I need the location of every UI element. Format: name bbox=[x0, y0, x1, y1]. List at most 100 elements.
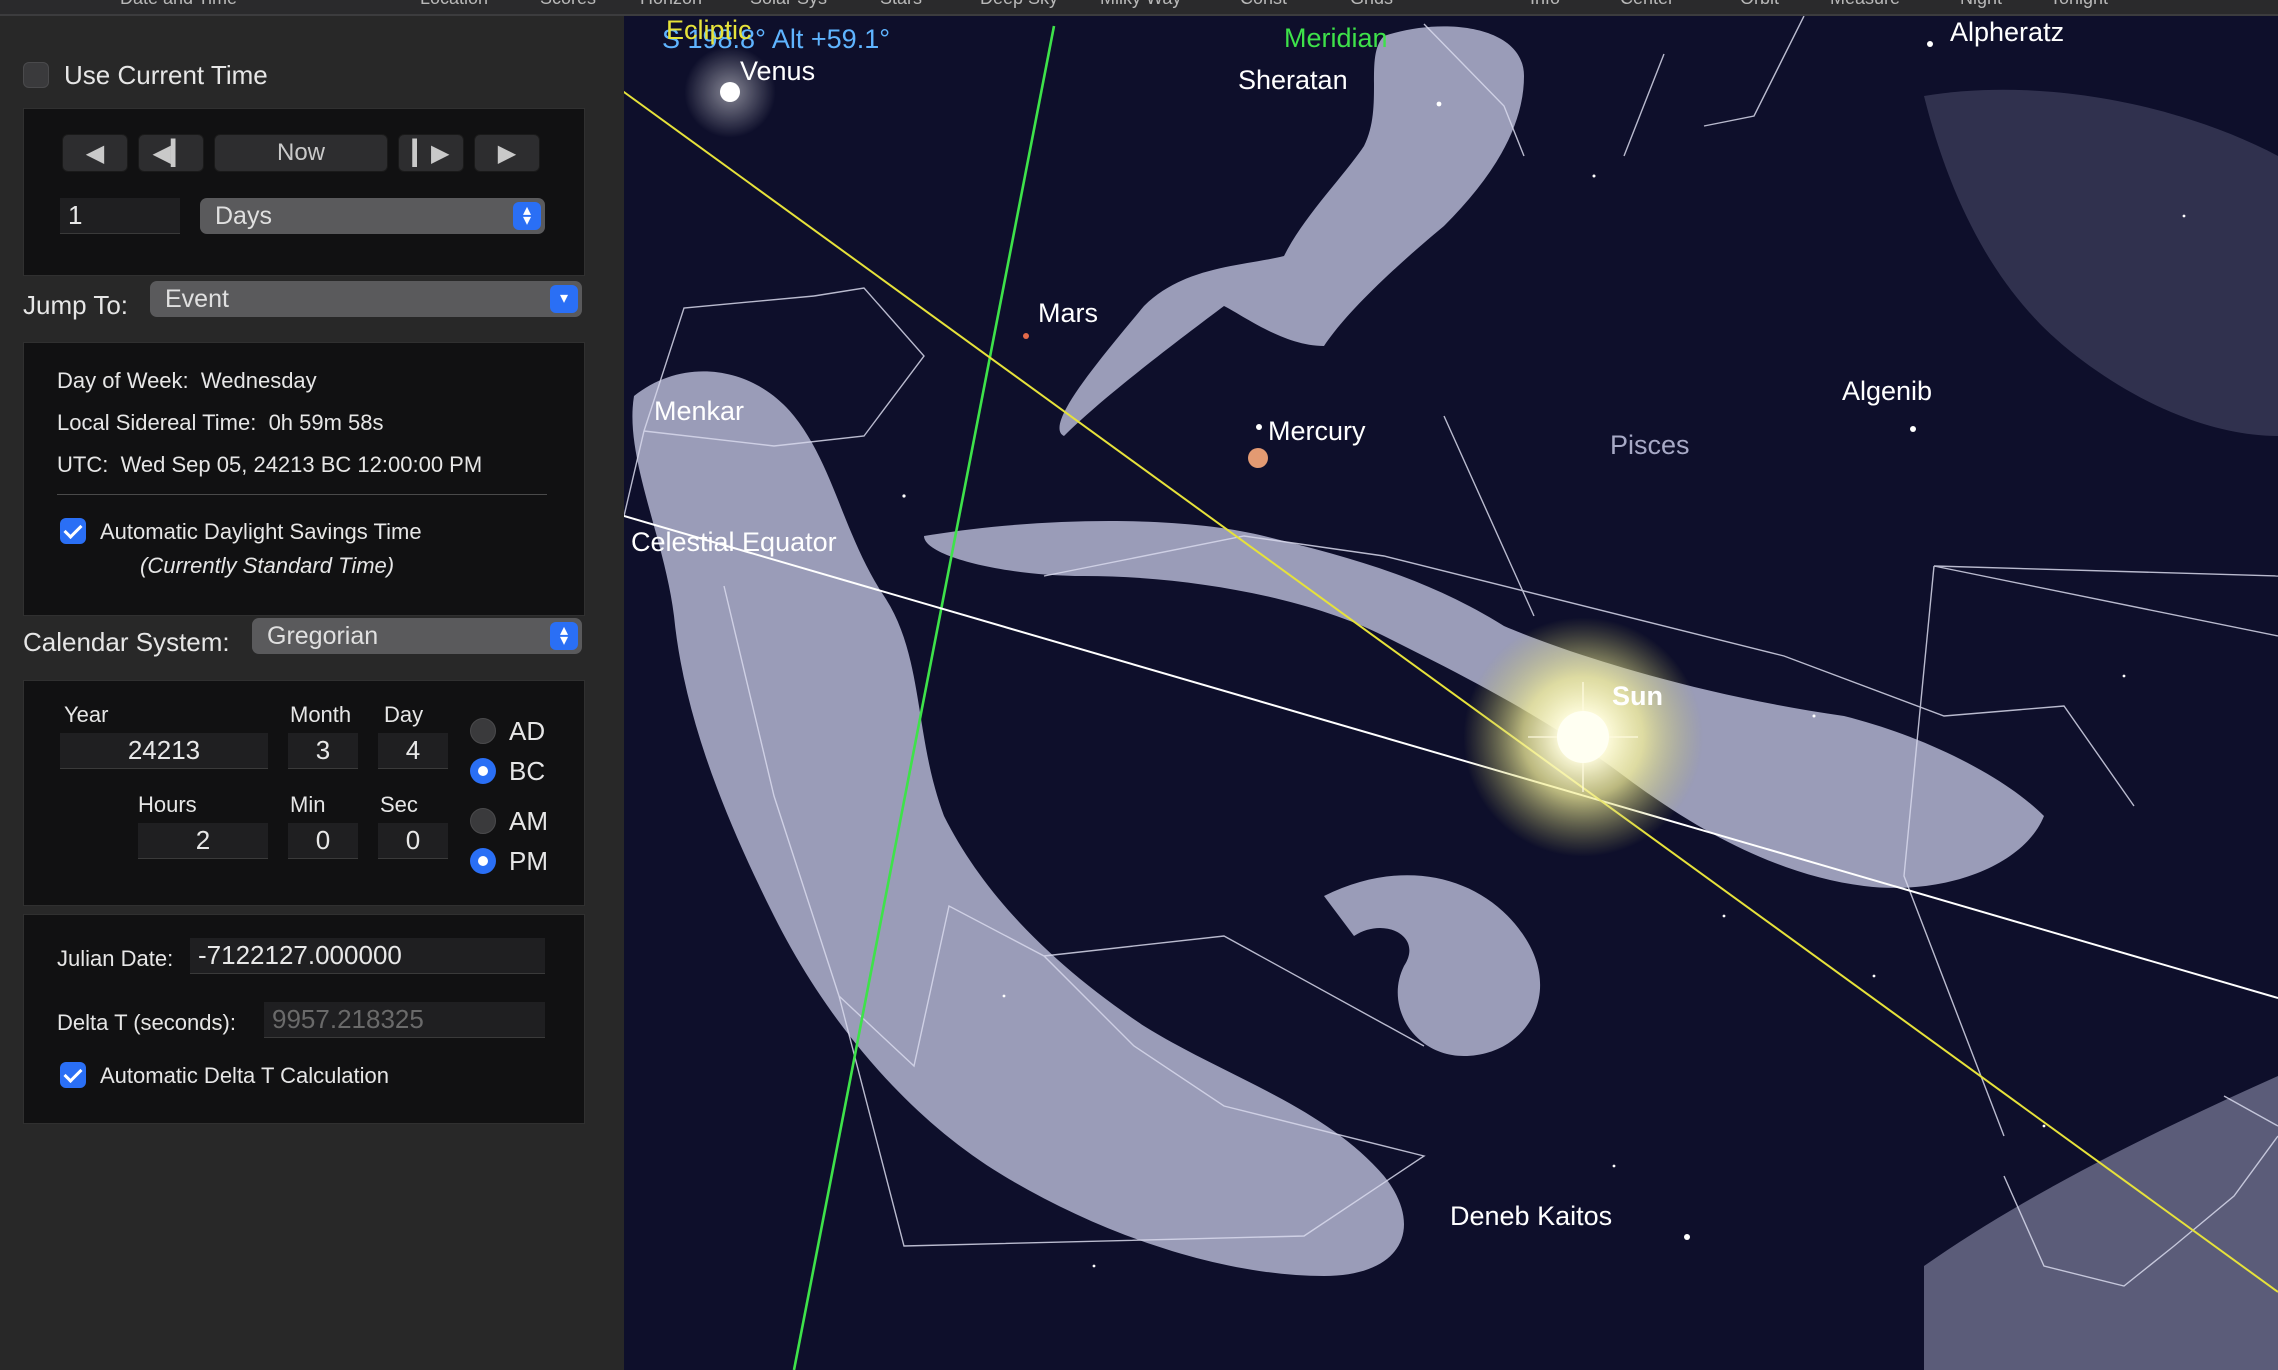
ad-radio[interactable] bbox=[470, 718, 496, 744]
toolbar-item-stars[interactable]: Stars bbox=[880, 0, 922, 9]
mercury-label: Mercury bbox=[1268, 416, 1366, 446]
sidereal-time-row: Local Sidereal Time: 0h 59m 58s bbox=[57, 410, 384, 436]
mars-marker[interactable] bbox=[1023, 333, 1029, 339]
toolbar-item-grids[interactable]: Grids bbox=[1350, 0, 1393, 9]
toolbar-item-night[interactable]: Night bbox=[1960, 0, 2002, 9]
utc-label: UTC: bbox=[57, 452, 109, 477]
toolbar-item-center[interactable]: Center bbox=[1620, 0, 1674, 9]
menkar-label: Menkar bbox=[654, 396, 745, 426]
deneb-kaitos-label: Deneb Kaitos bbox=[1450, 1201, 1613, 1231]
toolbar-item-orbit[interactable]: Orbit bbox=[1740, 0, 1779, 9]
day-of-week-label: Day of Week: bbox=[57, 368, 189, 393]
toolbar-item-measure[interactable]: Measure bbox=[1830, 0, 1900, 9]
chevron-updown-icon: ▴ ▾ bbox=[513, 202, 541, 230]
pm-label: PM bbox=[509, 846, 548, 876]
min-label: Min bbox=[290, 792, 326, 817]
chevron-down-icon: ▾ bbox=[550, 285, 578, 313]
utc-row: UTC: Wed Sep 05, 24213 BC 12:00:00 PM bbox=[57, 452, 482, 478]
year-field[interactable]: 24213 bbox=[60, 733, 268, 769]
star-algenib bbox=[1910, 426, 1916, 432]
pm-radio[interactable] bbox=[470, 848, 496, 874]
toolbar-item-scores[interactable]: Scores bbox=[540, 0, 596, 9]
jump-to-label: Jump To: bbox=[23, 290, 129, 320]
toolbar-item-horizon[interactable]: Horizon bbox=[640, 0, 702, 9]
forward-button[interactable]: ▶ bbox=[474, 134, 540, 172]
pisces-label: Pisces bbox=[1610, 430, 1690, 460]
alpheratz-label: Alpheratz bbox=[1950, 17, 2065, 47]
bc-radio[interactable] bbox=[470, 758, 496, 784]
step-back-button[interactable]: ◀▎ bbox=[138, 134, 204, 172]
month-field[interactable]: 3 bbox=[288, 733, 358, 769]
julian-date-label: Julian Date: bbox=[57, 946, 174, 971]
sidereal-time-value: 0h 59m 58s bbox=[268, 410, 384, 435]
utc-value: Wed Sep 05, 24213 BC 12:00:00 PM bbox=[120, 452, 483, 477]
auto-dst-label: Automatic Daylight Savings Time bbox=[100, 519, 422, 544]
sec-label: Sec bbox=[380, 792, 418, 817]
calendar-system-popup[interactable]: Gregorian ▴ ▾ bbox=[252, 618, 582, 654]
calendar-system-label: Calendar System: bbox=[23, 627, 230, 657]
month-label: Month bbox=[290, 702, 352, 727]
day-label: Day bbox=[384, 702, 424, 727]
use-current-time-checkbox[interactable] bbox=[23, 62, 49, 88]
venus-marker[interactable] bbox=[720, 82, 740, 102]
chevron-updown-icon: ▴ ▾ bbox=[550, 622, 578, 650]
sky-canvas[interactable] bbox=[624, 16, 2278, 1370]
toolbar: Date and Time Location Scores Horizon Solar … bbox=[0, 0, 2278, 16]
star-sheratan bbox=[1436, 101, 1442, 107]
jump-to-popup[interactable]: Event ▾ bbox=[150, 281, 582, 317]
toolbar-item-milky-way[interactable]: Milky Way bbox=[1100, 0, 1181, 9]
ad-label: AD bbox=[509, 716, 546, 746]
date-time-sidebar: Use Current Time ◀ ◀▎ Now ▎▶ ▶ 1 Days ▴ ▾… bbox=[0, 16, 624, 1370]
day-of-week-row: Day of Week: Wednesday bbox=[57, 368, 317, 394]
hours-label: Hours bbox=[138, 792, 197, 817]
jump-to-value: Event bbox=[165, 284, 229, 313]
hours-field[interactable]: 2 bbox=[138, 823, 268, 859]
sky-view[interactable]: S 198.8° Alt +59.1° Ecliptic Venus Merid… bbox=[624, 15, 2278, 1370]
star-alpheratz bbox=[1927, 41, 1933, 47]
info-separator bbox=[57, 494, 547, 495]
am-label: AM bbox=[509, 806, 548, 836]
mercury-marker[interactable] bbox=[1248, 448, 1268, 468]
mars-label: Mars bbox=[1038, 298, 1098, 328]
toolbar-item-tonight[interactable]: Tonight bbox=[2050, 0, 2108, 9]
sidereal-time-label: Local Sidereal Time: bbox=[57, 410, 257, 435]
auto-dst-checkbox[interactable] bbox=[60, 518, 86, 544]
step-amount-field[interactable]: 1 bbox=[60, 198, 180, 234]
sec-field[interactable]: 0 bbox=[378, 823, 448, 859]
star-menkar bbox=[1256, 424, 1262, 430]
day-field[interactable]: 4 bbox=[378, 733, 448, 769]
year-label: Year bbox=[64, 702, 109, 727]
star-deneb-kaitos bbox=[1684, 1234, 1690, 1240]
am-radio[interactable] bbox=[470, 808, 496, 834]
delta-t-label: Delta T (seconds): bbox=[57, 1010, 236, 1035]
toolbar-item-const[interactable]: Const bbox=[1240, 0, 1287, 9]
toolbar-item-location[interactable]: Location bbox=[420, 0, 488, 9]
toolbar-item-deep-sky[interactable]: Deep Sky bbox=[980, 0, 1058, 9]
delta-t-field: 9957.218325 bbox=[264, 1002, 545, 1038]
julian-date-field[interactable]: -7122127.000000 bbox=[190, 938, 545, 974]
auto-delta-t-checkbox[interactable] bbox=[60, 1062, 86, 1088]
use-current-time-label: Use Current Time bbox=[64, 60, 268, 90]
bc-label: BC bbox=[509, 756, 546, 786]
sheratan-label: Sheratan bbox=[1238, 65, 1348, 95]
celestial-equator-label: Celestial Equator bbox=[631, 527, 837, 557]
dst-status: (Currently Standard Time) bbox=[140, 553, 395, 578]
step-unit-popup[interactable]: Days ▴ ▾ bbox=[200, 198, 545, 234]
calendar-system-value: Gregorian bbox=[267, 621, 379, 650]
sun-marker[interactable] bbox=[1557, 711, 1609, 763]
auto-delta-t-label: Automatic Delta T Calculation bbox=[100, 1063, 389, 1088]
algenib-label: Algenib bbox=[1842, 376, 1933, 406]
back-button[interactable]: ◀ bbox=[62, 134, 128, 172]
day-of-week-value: Wednesday bbox=[200, 368, 317, 393]
step-forward-button[interactable]: ▎▶ bbox=[398, 134, 464, 172]
min-field[interactable]: 0 bbox=[288, 823, 358, 859]
ecliptic-label: Ecliptic bbox=[666, 15, 752, 45]
meridian-label: Meridian bbox=[1284, 23, 1388, 53]
toolbar-item-date-and-time[interactable]: Date and Time bbox=[120, 0, 237, 9]
toolbar-item-solar-sys[interactable]: Solar Sys bbox=[750, 0, 827, 9]
toolbar-item-info[interactable]: Info bbox=[1530, 0, 1560, 9]
now-button[interactable]: Now bbox=[214, 134, 388, 172]
sun-label: Sun bbox=[1612, 681, 1663, 711]
step-unit-value: Days bbox=[215, 201, 272, 230]
venus-label: Venus bbox=[740, 56, 816, 86]
